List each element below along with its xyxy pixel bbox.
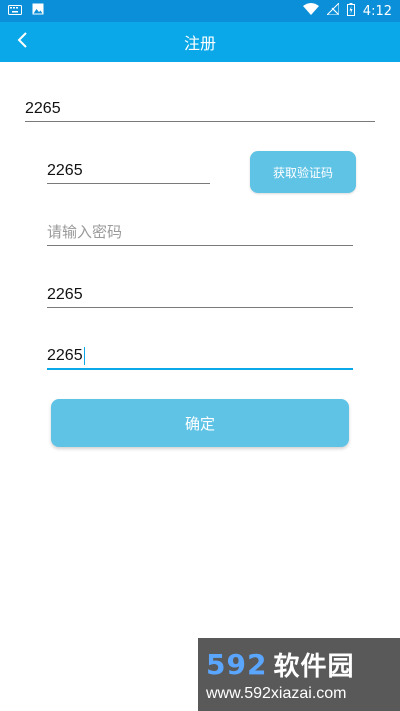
watermark-brand: 软件园 bbox=[273, 652, 355, 682]
verification-code-field[interactable]: 2265 bbox=[47, 156, 210, 184]
status-right-icons: 4:12 bbox=[302, 1, 392, 20]
verification-code-value: 2265 bbox=[47, 162, 83, 179]
back-button[interactable] bbox=[10, 30, 34, 54]
status-bar: 4:12 bbox=[0, 0, 400, 22]
phone-value: 2265 bbox=[25, 100, 61, 117]
password-field[interactable]: 请输入密码 bbox=[47, 218, 353, 246]
phone-field[interactable]: 2265 bbox=[25, 94, 375, 122]
field-5[interactable]: 2265 bbox=[47, 342, 353, 370]
watermark-number: 592 bbox=[206, 648, 268, 681]
watermark-logo: 592 软件园 bbox=[206, 646, 400, 683]
status-time: 4:12 bbox=[362, 3, 392, 19]
status-left-icons bbox=[8, 3, 44, 19]
image-icon bbox=[32, 3, 44, 19]
field-4[interactable]: 2265 bbox=[47, 280, 353, 308]
password-placeholder: 请输入密码 bbox=[47, 223, 123, 241]
wifi-icon bbox=[302, 3, 319, 19]
chevron-left-icon bbox=[16, 31, 28, 53]
confirm-button[interactable]: 确定 bbox=[51, 399, 349, 447]
confirm-label: 确定 bbox=[184, 414, 215, 433]
watermark: 592 软件园 www.592xiazai.com bbox=[198, 638, 400, 711]
get-verification-code-button[interactable]: 获取验证码 bbox=[250, 151, 356, 193]
app-bar: 注册 bbox=[0, 22, 400, 62]
keyboard-icon bbox=[8, 4, 22, 19]
page-title: 注册 bbox=[183, 34, 216, 53]
no-signal-icon bbox=[325, 1, 340, 19]
battery-icon bbox=[346, 2, 355, 20]
field-5-value: 2265 bbox=[47, 347, 83, 364]
watermark-url: www.592xiazai.com bbox=[206, 685, 347, 702]
text-caret bbox=[83, 347, 86, 365]
field-4-value: 2265 bbox=[47, 286, 83, 303]
get-code-label: 获取验证码 bbox=[272, 165, 333, 180]
